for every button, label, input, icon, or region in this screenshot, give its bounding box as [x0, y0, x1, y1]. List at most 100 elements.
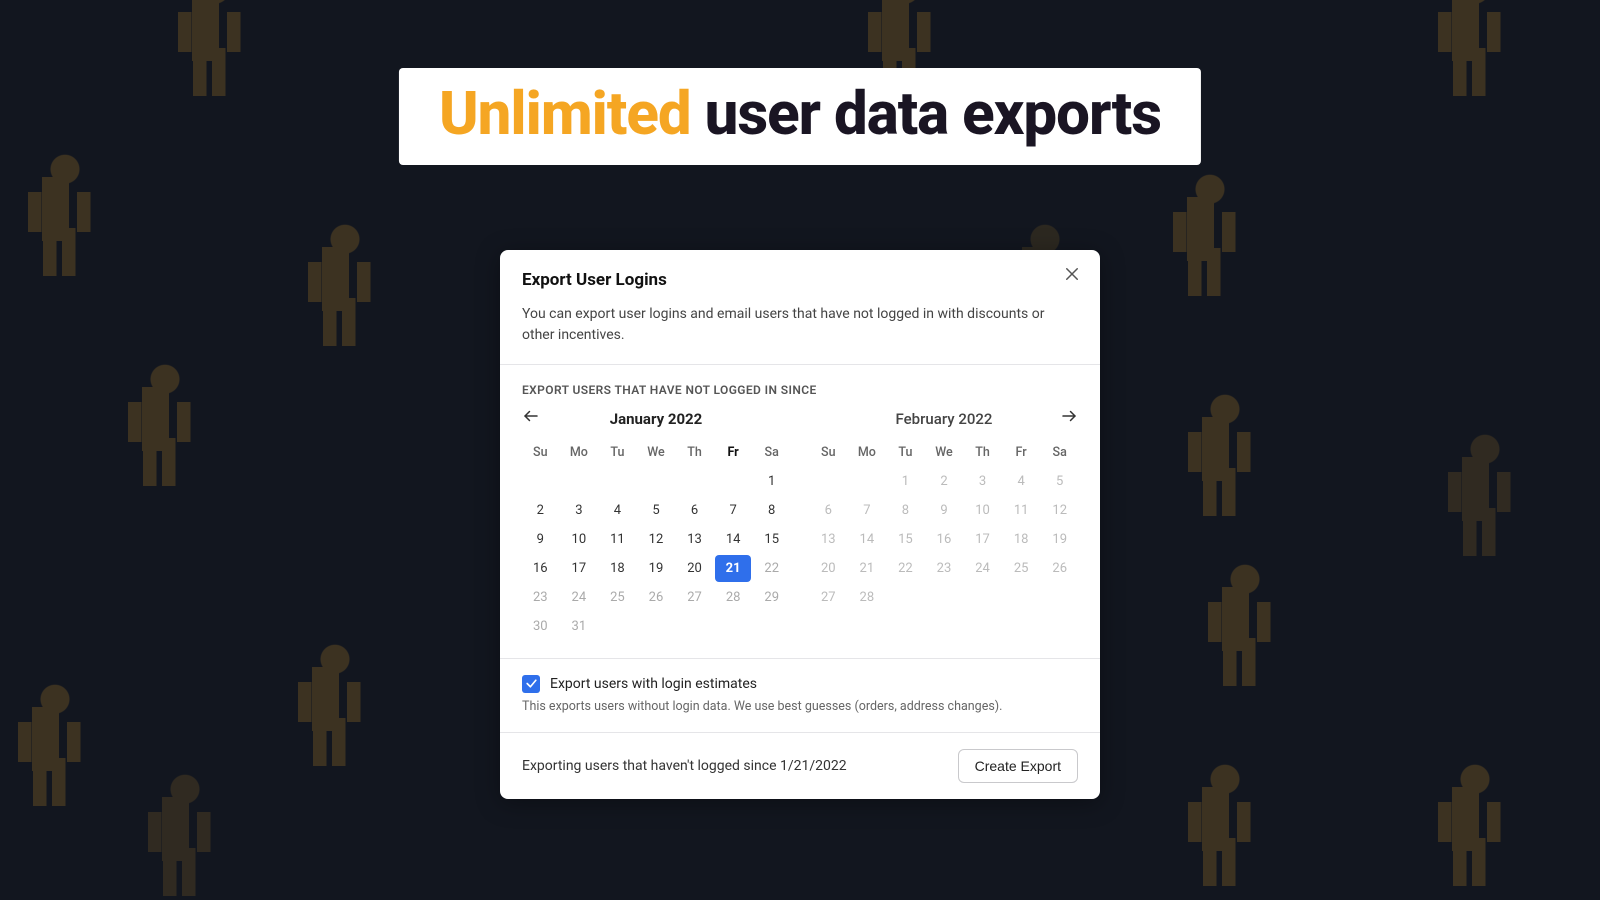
calendar-day: 4 — [1003, 468, 1040, 495]
calendar-day[interactable]: 23 — [522, 584, 559, 611]
option-row: Export users with login estimates — [500, 659, 1100, 699]
calendar-day[interactable]: 31 — [561, 613, 598, 640]
calendar-day: 28 — [849, 584, 886, 611]
calendar-day: 25 — [1003, 555, 1040, 582]
modal-footer: Exporting users that haven't logged sinc… — [500, 733, 1100, 799]
calendar-dow: We — [638, 439, 675, 466]
calendar-day: 7 — [849, 497, 886, 524]
login-estimates-checkbox[interactable] — [522, 675, 540, 693]
calendar-day[interactable]: 21 — [715, 555, 752, 582]
calendar-dow: Su — [810, 439, 847, 466]
footer-summary: Exporting users that haven't logged sinc… — [522, 758, 847, 774]
calendar-day: 26 — [1041, 555, 1078, 582]
bg-figure — [10, 680, 100, 840]
calendar-day[interactable]: 25 — [599, 584, 636, 611]
calendar-day[interactable]: 8 — [753, 497, 790, 524]
calendar-day: 1 — [887, 468, 924, 495]
calendar-day[interactable]: 28 — [715, 584, 752, 611]
calendar-day[interactable]: 16 — [522, 555, 559, 582]
calendar-dual: January 2022 SuMoTuWeThFrSa1234567891011… — [500, 405, 1100, 658]
calendar-day[interactable]: 12 — [638, 526, 675, 553]
calendar-month-2-title: February 2022 — [896, 410, 993, 428]
calendar-day: 19 — [1041, 526, 1078, 553]
calendar-day: 24 — [964, 555, 1001, 582]
calendar-day[interactable]: 26 — [638, 584, 675, 611]
calendar-day: 15 — [887, 526, 924, 553]
calendar-month-1-title: January 2022 — [610, 410, 703, 428]
calendar-day: 2 — [926, 468, 963, 495]
calendar-day: 17 — [964, 526, 1001, 553]
arrow-right-icon — [1060, 410, 1078, 429]
calendar-day[interactable]: 30 — [522, 613, 559, 640]
calendar-day[interactable]: 10 — [561, 526, 598, 553]
bg-figure — [1180, 390, 1270, 550]
calendar-day: 8 — [887, 497, 924, 524]
calendar-dow: Tu — [887, 439, 924, 466]
bg-figure — [1430, 760, 1520, 900]
calendar-day[interactable]: 3 — [561, 497, 598, 524]
calendar-day[interactable]: 5 — [638, 497, 675, 524]
calendar-prev-button[interactable] — [522, 407, 540, 429]
calendar-day[interactable]: 13 — [676, 526, 713, 553]
calendar-day: 18 — [1003, 526, 1040, 553]
calendar-day: 6 — [810, 497, 847, 524]
calendar-day[interactable]: 15 — [753, 526, 790, 553]
calendar-month-2: February 2022 SuMoTuWeThFrSa123456789101… — [810, 405, 1078, 640]
calendar-day[interactable]: 20 — [676, 555, 713, 582]
calendar-day: 20 — [810, 555, 847, 582]
calendar-day[interactable]: 17 — [561, 555, 598, 582]
calendar-dow: Mo — [561, 439, 598, 466]
bg-figure — [170, 0, 260, 130]
calendar-next-button[interactable] — [1060, 407, 1078, 429]
calendar-day: 23 — [926, 555, 963, 582]
bg-figure — [1180, 760, 1270, 900]
section-label: EXPORT USERS THAT HAVE NOT LOGGED IN SIN… — [500, 365, 1100, 405]
calendar-day[interactable]: 1 — [753, 468, 790, 495]
calendar-day[interactable]: 11 — [599, 526, 636, 553]
calendar-dow: We — [926, 439, 963, 466]
calendar-dow: Sa — [1041, 439, 1078, 466]
calendar-dow: Mo — [849, 439, 886, 466]
calendar-day[interactable]: 4 — [599, 497, 636, 524]
calendar-dow: Sa — [753, 439, 790, 466]
calendar-dow: Fr — [1003, 439, 1040, 466]
calendar-day[interactable]: 18 — [599, 555, 636, 582]
calendar-day: 12 — [1041, 497, 1078, 524]
calendar-month-1: January 2022 SuMoTuWeThFrSa1234567891011… — [522, 405, 790, 640]
calendar-day[interactable]: 6 — [676, 497, 713, 524]
hero-accent: Unlimited — [439, 78, 691, 149]
calendar-dow: Th — [676, 439, 713, 466]
close-icon — [1063, 265, 1081, 287]
calendar-day[interactable]: 7 — [715, 497, 752, 524]
calendar-day[interactable]: 19 — [638, 555, 675, 582]
hero-rest: user data exports — [691, 78, 1161, 149]
login-estimates-help: This exports users without login data. W… — [500, 699, 1100, 732]
create-export-button[interactable]: Create Export — [958, 749, 1078, 783]
bg-figure — [1165, 170, 1255, 330]
calendar-day[interactable]: 27 — [676, 584, 713, 611]
calendar-day: 22 — [887, 555, 924, 582]
modal-header: Export User Logins — [500, 250, 1100, 304]
calendar-day: 5 — [1041, 468, 1078, 495]
calendar-day[interactable]: 9 — [522, 526, 559, 553]
calendar-day[interactable]: 22 — [753, 555, 790, 582]
calendar-day: 21 — [849, 555, 886, 582]
calendar-day[interactable]: 24 — [561, 584, 598, 611]
calendar-dow: Tu — [599, 439, 636, 466]
arrow-left-icon — [522, 410, 540, 429]
calendar-dow: Th — [964, 439, 1001, 466]
calendar-day: 3 — [964, 468, 1001, 495]
calendar-day: 14 — [849, 526, 886, 553]
calendar-day[interactable]: 29 — [753, 584, 790, 611]
calendar-day: 9 — [926, 497, 963, 524]
bg-figure — [290, 640, 380, 800]
bg-figure — [300, 220, 390, 380]
calendar-day[interactable]: 2 — [522, 497, 559, 524]
calendar-day[interactable]: 14 — [715, 526, 752, 553]
hero-banner: Unlimited user data exports — [399, 68, 1201, 165]
calendar-dow: Fr — [715, 439, 752, 466]
modal-title: Export User Logins — [522, 270, 1078, 290]
close-button[interactable] — [1058, 262, 1086, 290]
export-modal: Export User Logins You can export user l… — [500, 250, 1100, 799]
bg-figure — [20, 150, 110, 310]
